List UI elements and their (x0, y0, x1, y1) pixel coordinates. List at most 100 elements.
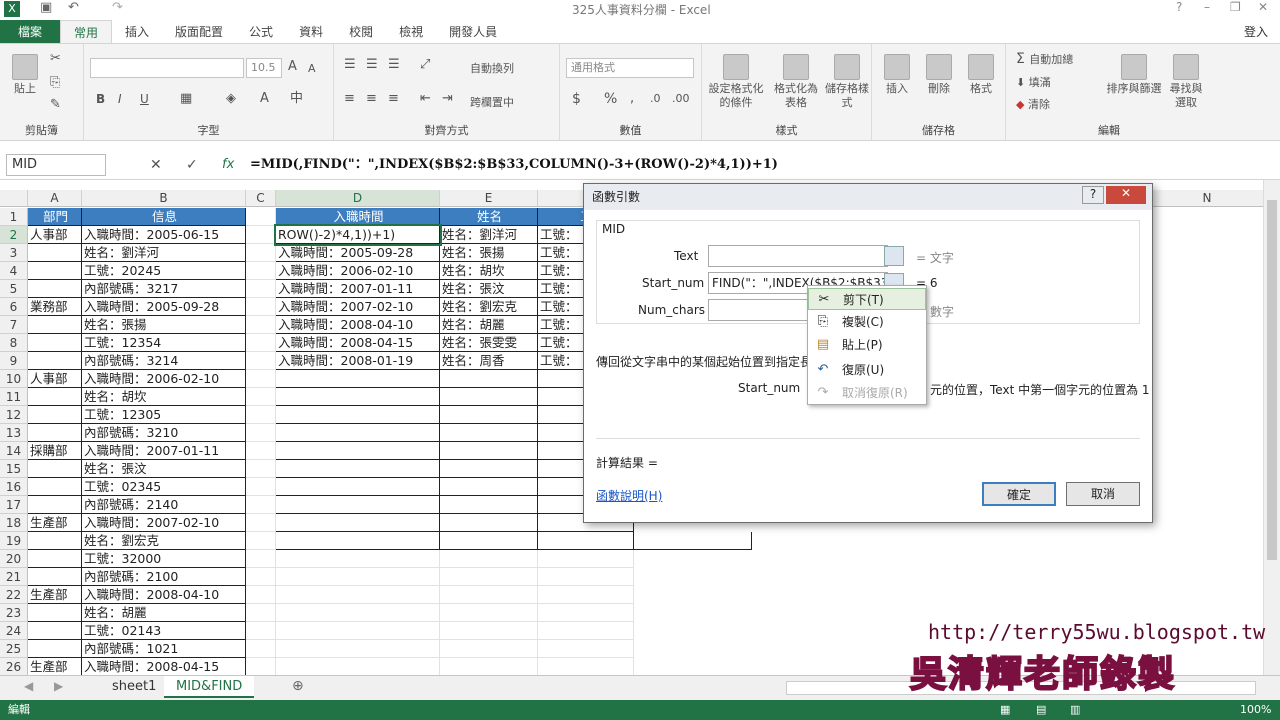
cell-b[interactable]: 姓名：胡麗 (82, 604, 246, 622)
redo-icon[interactable]: ↷ (112, 0, 123, 15)
col-header-e[interactable]: E (440, 190, 538, 207)
cell-c[interactable] (246, 442, 276, 460)
align-middle-icon[interactable]: ☰ (366, 58, 378, 72)
cell-d[interactable] (276, 658, 440, 675)
col-header-a[interactable]: A (28, 190, 82, 207)
cell-c[interactable] (246, 388, 276, 406)
cell-c[interactable] (246, 424, 276, 442)
sheet-tab-sheet1[interactable]: sheet1 (100, 676, 168, 698)
row-header[interactable]: 17 (0, 496, 28, 514)
insert-function-icon[interactable]: fx (222, 157, 234, 172)
close-icon[interactable]: ✕ (1258, 0, 1268, 14)
align-center-icon[interactable]: ≡ (366, 92, 377, 106)
cell-e[interactable] (440, 370, 538, 388)
cell-a[interactable]: 生產部 (28, 586, 82, 604)
row-header[interactable]: 26 (0, 658, 28, 675)
cell-d[interactable] (276, 478, 440, 496)
cell-f[interactable] (538, 550, 634, 568)
menu-item-cut[interactable]: ✂ 剪下(T) (808, 288, 926, 310)
num-chars-input[interactable] (708, 299, 808, 321)
tab-review[interactable]: 校閱 (336, 20, 386, 44)
cell-a[interactable] (28, 604, 82, 622)
cell-e[interactable] (440, 640, 538, 658)
cell-d[interactable] (276, 406, 440, 424)
increase-decimal-icon[interactable]: .0 (650, 92, 661, 106)
format-cells-button[interactable]: 格式 (964, 54, 998, 96)
row-header[interactable]: 10 (0, 370, 28, 388)
cell-e[interactable] (440, 604, 538, 622)
align-bottom-icon[interactable]: ☰ (388, 58, 400, 72)
find-select-button[interactable]: 尋找與選取 (1166, 54, 1206, 110)
cell-b[interactable]: 入職時間：2008-04-15 (82, 658, 246, 675)
currency-button[interactable]: $ (572, 92, 581, 106)
cell-d[interactable] (276, 496, 440, 514)
formula-input[interactable]: =MID(,FIND("：",INDEX($B$2:$B$33,COLUMN()… (250, 154, 1260, 176)
cell-a[interactable]: 業務部 (28, 298, 82, 316)
dialog-close-icon[interactable]: ✕ (1106, 186, 1146, 204)
cell-b[interactable]: 入職時間：2007-01-11 (82, 442, 246, 460)
cell-b[interactable]: 信息 (82, 208, 246, 226)
cell-d[interactable]: 入職時間：2006-02-10 (276, 262, 440, 280)
collapse-dialog-icon[interactable] (884, 246, 904, 266)
cell-b[interactable]: 內部號碼：2100 (82, 568, 246, 586)
cell-f[interactable] (538, 604, 634, 622)
cell-e[interactable] (440, 478, 538, 496)
cell-e[interactable] (440, 586, 538, 604)
enter-formula-icon[interactable]: ✓ (186, 157, 198, 173)
tab-data[interactable]: 資料 (286, 20, 336, 44)
cell-c[interactable] (246, 226, 276, 244)
cell-d[interactable]: 入職時間：2007-01-11 (276, 280, 440, 298)
normal-view-icon[interactable]: ▦ (1000, 700, 1010, 720)
cell-b[interactable]: 內部號碼：3214 (82, 352, 246, 370)
row-header[interactable]: 13 (0, 424, 28, 442)
tab-developer[interactable]: 開發人員 (436, 20, 510, 44)
align-right-icon[interactable]: ≡ (388, 92, 399, 106)
cell-c[interactable] (246, 262, 276, 280)
align-left-icon[interactable]: ≡ (344, 92, 355, 106)
cell-b[interactable]: 工號：02143 (82, 622, 246, 640)
cell-d[interactable] (276, 550, 440, 568)
cell-a[interactable] (28, 640, 82, 658)
font-size-combo[interactable]: 10.5 (246, 58, 282, 78)
cell-a[interactable] (28, 550, 82, 568)
cell-b[interactable]: 姓名：劉洋河 (82, 244, 246, 262)
percent-button[interactable]: % (604, 92, 617, 106)
row-header[interactable]: 3 (0, 244, 28, 262)
cell-c[interactable] (246, 370, 276, 388)
row-header[interactable]: 9 (0, 352, 28, 370)
cell-a[interactable]: 生產部 (28, 658, 82, 675)
cell-b[interactable]: 姓名：劉宏克 (82, 532, 246, 550)
cell-c[interactable] (246, 532, 276, 550)
row-header[interactable]: 20 (0, 550, 28, 568)
row-header[interactable]: 24 (0, 622, 28, 640)
select-all-corner[interactable] (0, 190, 28, 207)
cell-a[interactable] (28, 622, 82, 640)
cancel-formula-icon[interactable]: ✕ (150, 157, 162, 173)
bold-button[interactable]: B (96, 92, 105, 106)
cell-c[interactable] (246, 604, 276, 622)
cell-b[interactable]: 工號：12305 (82, 406, 246, 424)
cell-c[interactable] (246, 334, 276, 352)
cell-e[interactable]: 姓名：劉洋河 (440, 226, 538, 244)
cell-a[interactable] (28, 532, 82, 550)
tab-insert[interactable]: 插入 (112, 20, 162, 44)
cell-d[interactable] (276, 460, 440, 478)
row-header[interactable]: 22 (0, 586, 28, 604)
sheet-tab-mid-find[interactable]: MID&FIND (164, 676, 255, 698)
col-header-b[interactable]: B (82, 190, 246, 207)
cell-a[interactable] (28, 460, 82, 478)
cell-d[interactable] (276, 568, 440, 586)
cell-a[interactable]: 人事部 (28, 370, 82, 388)
scroll-thumb[interactable] (1267, 200, 1277, 560)
row-header[interactable]: 18 (0, 514, 28, 532)
dialog-help-icon[interactable]: ? (1082, 186, 1104, 204)
row-header[interactable]: 15 (0, 460, 28, 478)
tab-view[interactable]: 檢視 (386, 20, 436, 44)
menu-item-copy[interactable]: ⎘ 複製(C) (808, 311, 926, 333)
font-name-combo[interactable] (90, 58, 244, 78)
cell-f[interactable] (538, 640, 634, 658)
cell-a[interactable]: 生產部 (28, 514, 82, 532)
cell-a[interactable] (28, 406, 82, 424)
cell-f[interactable] (538, 568, 634, 586)
row-header[interactable]: 19 (0, 532, 28, 550)
